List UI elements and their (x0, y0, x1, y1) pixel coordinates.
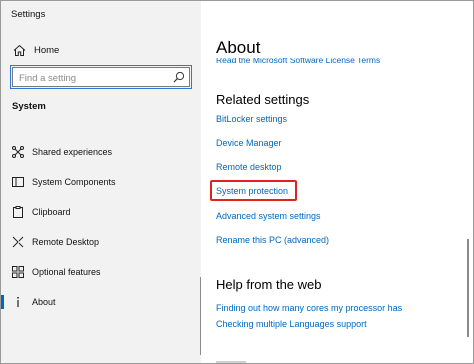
help-link-cores[interactable]: Finding out how many cores my processor … (216, 303, 402, 313)
system-components-icon (12, 176, 24, 188)
bitlocker-settings-link[interactable]: BitLocker settings (216, 114, 287, 124)
search-box (10, 65, 192, 89)
advanced-system-settings-link[interactable]: Advanced system settings (216, 211, 321, 221)
sidebar-item-about[interactable]: About (1, 287, 201, 317)
related-settings-title: Related settings (216, 92, 310, 107)
sidebar-item-label: Shared experiences (32, 147, 113, 157)
rename-pc-link[interactable]: Rename this PC (advanced) (216, 235, 329, 245)
page-title: About (216, 38, 261, 57)
search-icon[interactable] (173, 71, 185, 83)
title-bar: Settings (1, 1, 201, 29)
sidebar-item-label: About (32, 297, 56, 307)
sidebar-item-home-label: Home (34, 44, 60, 56)
optional-features-icon (12, 266, 24, 278)
main-content: About Read the Microsoft Software Licens… (201, 1, 473, 363)
sidebar-item-clipboard[interactable]: Clipboard (1, 197, 201, 227)
sidebar-item-label: Clipboard (32, 207, 71, 217)
sidebar-nav: Shared experiences System Components Cli… (1, 137, 201, 317)
sidebar-item-optional-features[interactable]: Optional features (1, 257, 201, 287)
sidebar-section-label: System (12, 101, 46, 112)
shared-experiences-icon (12, 146, 24, 158)
sidebar-item-label: System Components (32, 177, 116, 187)
sidebar-item-system-components[interactable]: System Components (1, 167, 201, 197)
settings-window: Settings Home System (0, 0, 474, 364)
sidebar-item-home[interactable]: Home (12, 42, 59, 58)
help-from-web-title: Help from the web (216, 277, 322, 292)
window-title: Settings (11, 9, 46, 20)
device-manager-link[interactable]: Device Manager (216, 138, 282, 148)
license-terms-link[interactable]: Read the Microsoft Software License Term… (216, 58, 380, 66)
sidebar-item-label: Optional features (32, 267, 101, 277)
system-protection-link[interactable]: System protection (216, 186, 288, 196)
sidebar-item-label: Remote Desktop (32, 237, 100, 247)
search-input[interactable] (13, 69, 163, 88)
home-icon (12, 43, 26, 57)
sidebar-item-remote-desktop[interactable]: Remote Desktop (1, 227, 201, 257)
help-link-languages[interactable]: Checking multiple Languages support (216, 319, 367, 329)
clipboard-icon (12, 206, 24, 218)
sidebar-item-shared-experiences[interactable]: Shared experiences (1, 137, 201, 167)
clipped-content (216, 359, 246, 363)
main-scrollbar[interactable] (467, 239, 469, 337)
about-icon (12, 296, 24, 308)
sidebar: Home System Shared experiences System Co… (1, 29, 202, 363)
remote-desktop-link[interactable]: Remote desktop (216, 162, 282, 172)
remote-desktop-icon (12, 236, 24, 248)
